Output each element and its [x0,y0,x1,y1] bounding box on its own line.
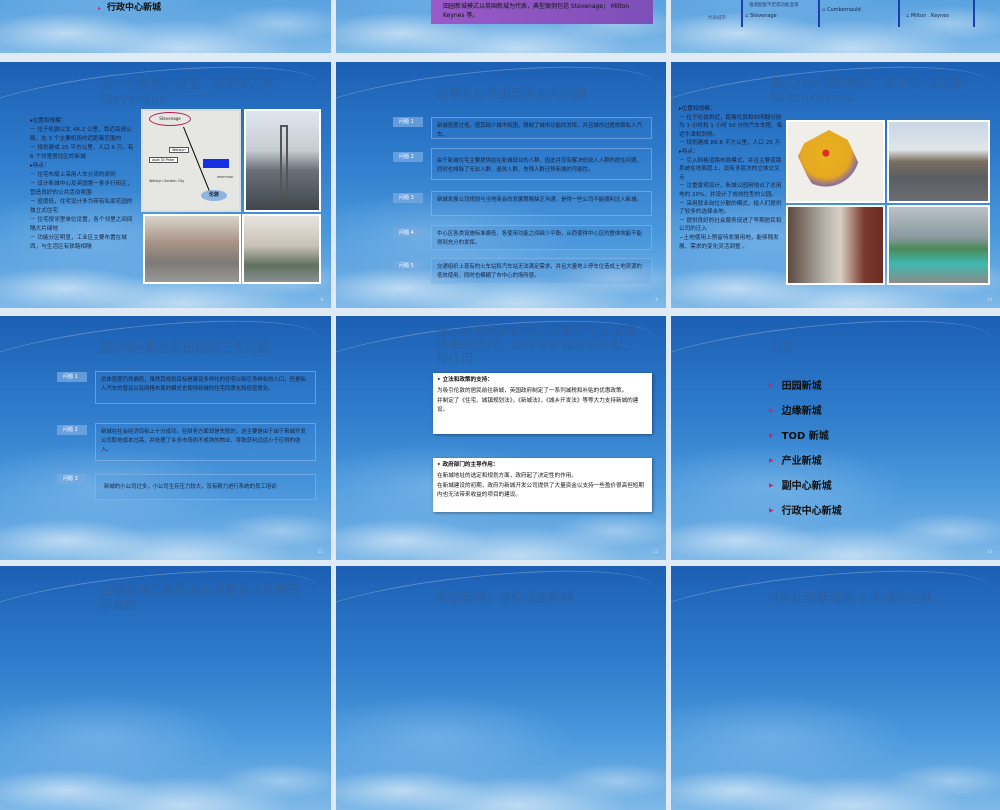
problem-label: 问题 3 [57,474,87,484]
slide-thumbnail-9[interactable]: 斯蒂文乃齐出现的五大问题 问题 1 新城密度过低，使其缺少城市氛围，限制了城市功… [336,62,666,308]
slide-thumbnail-16[interactable]: 哥伦比亚新城的 5 大成功之处 [671,566,1000,810]
problem-label: 问题 3 [393,193,423,203]
toc-item: ▶ 行政中心新城 [769,506,842,517]
clock-tower-photo [244,109,321,212]
government-role-box: • 政府部门的主导作用： 在新城地址的选定和规划方面，政府起了决定性的作用。 在新… [433,458,652,512]
slide-number: 11 [317,549,323,554]
toc-item: ▶ 产业新城 [769,456,822,467]
table-cell: ▫ Milton . Keynes [906,13,949,19]
problem-text: 总体密度仍然偏低，虽然其规划目标是建设多样化的住宅以吸引多样化的人口，但是私人汽… [95,371,316,404]
problem-label: 问题 1 [57,372,87,382]
slide-title: 典型案例：哥伦比亚新城 [436,590,574,605]
slide-thumbnail-5[interactable]: ▸ 行政中心新城 [0,0,331,53]
problem-label: 问题 2 [393,152,423,162]
table-row-label: 代表城市 [708,16,726,21]
problem-label: 问题 2 [57,425,87,435]
slide-thumbnail-10[interactable]: 第三代新城的典型：密尔顿•凯恩斯 MiltonKeynes ▸位置和规模：－ 位于… [671,62,1000,308]
problem-text: 新城密度过低，使其缺少城市氛围，限制了城市功能的发挥，并且城市过度依赖私人汽车。 [431,117,652,139]
slide-thumbnail-15[interactable]: 典型案例：哥伦比亚新城 [336,566,666,810]
slide-thumbnail-13[interactable]: 目录 ▶ 田园新城 ▶ 边缘新城 ▶ TOD 新城 ▶ 产业新城 ▶ 副中心新城 ▶ 行政中… [671,316,1000,560]
slide-thumbnail-11[interactable]: 密尔顿•凯恩斯出现的三大问题 问题 1 总体密度仍然偏低，虽然其规划目标是建设多… [0,316,331,560]
slide-thumbnail-8[interactable]: 第一代新城的典型：斯蒂文乃齐 Stevenage ▸位置和规模：－ 位于伦敦以北 … [0,62,331,308]
slide-title: 密尔顿•凯恩斯出现的三大问题 [100,340,270,355]
toc-item: ▸ 行政中心新城 [98,3,162,13]
slide-number: 10 [986,297,992,302]
slide-title: 第三代新城的典型：密尔顿•凯恩斯 MiltonKeynes [771,75,966,105]
table-header: 强调配套不足或功能混淆 [749,3,799,8]
high-street-photo [786,205,885,285]
slide-title: 田园新城模式的成功关键在于立法和政策的支持，政府在新城建设中起主导作用 [436,323,637,366]
slide-number: 12 [652,549,658,554]
slide-number: 9 [655,297,658,302]
toc-item: ▶ 边缘新城 [769,406,822,417]
problem-text: 交通组织上现有的火车站和汽车站无法满足需求，并且大量地上停车位造成土地资源的低效… [431,258,652,284]
slide-title: 斯蒂文乃齐出现的五大问题 [436,86,587,101]
summary-box: 田园新城模式以英国新城为代表，典型案例包括 Stevenage； Milton … [431,0,653,24]
slide-body: ▸位置和规模：－ 位于伦敦以北 48.2 公里，靠近高速公路，在 3 个主要机场… [30,118,134,250]
slide-body: ▸位置和规模：－ 位于伦敦附近，距离伦敦和伯明翰分别为 1 小时和 1 小时 5… [679,106,783,250]
walkway-photo [242,214,321,284]
summary-text: 田园新城模式以英国新城为代表，典型案例包括 Stevenage； Milton … [443,3,630,19]
toc-item-label: 行政中心新城 [107,3,162,13]
toc-item: ▶ 副中心新城 [769,481,832,492]
slide-title: 边缘新城是随着城市郊区化的发展而形成的 [100,582,301,612]
problem-text: 中心区各类设施标准偏低，各使用功能之间缺少平衡，从而使得中心区的整体效能不能得到… [431,225,652,250]
problem-text: 新城在社会经济目标上十分成功，在财务方面却是失败的，这主要是由于由于新城开发公司… [95,423,316,461]
map-image: Stevenage Welwyn Ayot St Peter Welwyn Ga… [141,109,241,212]
problem-label: 问题 5 [393,261,423,271]
street-photo [887,120,990,203]
problem-label: 问题 1 [393,117,423,127]
slide-title: 哥伦比亚新城的 5 大成功之处 [767,590,933,605]
master-plan-map [786,120,885,203]
slide-number: 8 [320,297,323,302]
fountain-photo [887,205,990,285]
slide-thumbnail-7[interactable]: 强调配套不足或功能混淆 代表城市 ▫ Stevenage ▫ Cumbernau… [671,0,1000,53]
table-cell: ▫ Stevenage [745,13,777,19]
slide-thumbnail-14[interactable]: 边缘新城是随着城市郊区化的发展而形成的 [0,566,331,810]
slide-number: 13 [986,549,992,554]
problem-text: 新城的小公司过多，小公司生存压力较大，没有精力进行系统的员工培训 [95,474,316,500]
toc-item: ▶ TOD 新城 [769,431,829,442]
problem-text: 新城发展公司规划与当地商会的发展策略缺乏沟通，是得一些公司不能顺利迁入新城。 [431,191,652,216]
policy-support-box: • 立法和政策的支持： 为吸引伦敦的居民前往新城，英国政府制定了一系列减税和补贴… [433,373,652,434]
toc-item: ▶ 田园新城 [769,381,822,392]
slide-thumbnail-6[interactable]: 田园新城模式以英国新城为代表，典型案例包括 Stevenage； Milton … [336,0,666,53]
slide-title: 第一代新城的典型：斯蒂文乃齐 Stevenage [100,76,276,106]
slide-thumbnail-12[interactable]: 田园新城模式的成功关键在于立法和政策的支持，政府在新城建设中起主导作用 • 立法… [336,316,666,560]
problem-text: 由于新城住宅主要提供给在新城就业的人群，因此并没有解决低收入人群的居住问题，同时… [431,148,652,180]
street-photo [143,214,241,284]
problem-label: 问题 4 [393,228,423,238]
table-cell: ▫ Cumbernauld [822,7,861,13]
slide-title: 目录 [771,341,793,354]
